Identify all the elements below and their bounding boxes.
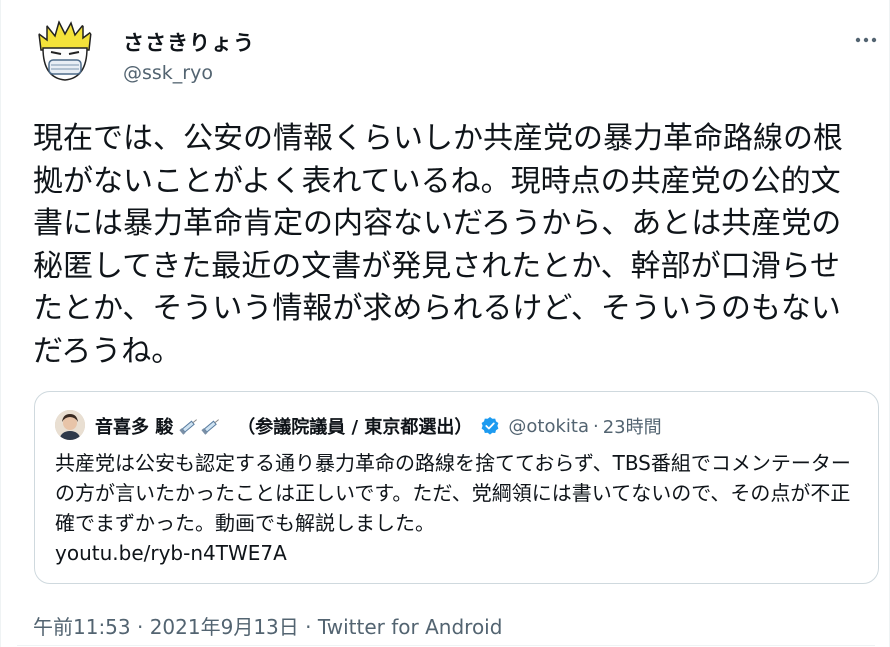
avatar-photo-icon [55,410,85,440]
verified-badge-icon [480,416,500,436]
quoted-tweet-body: 共産党は公安も認定する通り暴力革命の路線を捨てておらず、TBS番組でコメンテータ… [55,451,851,535]
quoted-author-avatar[interactable] [55,410,85,440]
quoted-author-handle[interactable]: @otokita [508,416,589,437]
tweet-card: ささきりょう @ssk_ryo 現在では、公安の情報くらいしか共産党の暴力革命路… [0,0,890,647]
quoted-author-name[interactable]: 音喜多 駿 [95,413,173,439]
syringe-emoji-icon [179,416,223,436]
tweet-source-link[interactable]: Twitter for Android [318,615,503,639]
header-separator: · [593,415,599,437]
author-avatar[interactable] [33,20,97,84]
more-horizontal-icon [855,37,877,43]
quoted-tweet-link[interactable]: youtu.be/ryb-n4TWE7A [55,538,870,568]
tweet-metadata: 午前11:53 · 2021年9月13日 · Twitter for Andro… [33,611,502,640]
more-options-button[interactable] [851,28,881,52]
quoted-tweet-header: 音喜多 駿 （参議院議員 / 東京都選出） @otokita · 23時間 [95,412,662,440]
avatar-cartoon-icon [33,20,97,84]
tweet-text: 現在では、公安の情報くらいしか共産党の暴力革命路線の根拠がないことがよく表れてい… [33,121,843,369]
quoted-tweet-text: 共産党は公安も認定する通り暴力革命の路線を捨てておらず、TBS番組でコメンテータ… [55,448,870,568]
quoted-tweet[interactable]: 音喜多 駿 （参議院議員 / 東京都選出） @otokita · 23時間 共産… [34,391,879,584]
quoted-author-affiliation: （参議院議員 / 東京都選出） [237,417,473,438]
author-display-name[interactable]: ささきりょう [123,27,255,57]
quoted-tweet-time[interactable]: 23時間 [603,413,662,439]
divider [17,645,875,646]
tweet-timestamp[interactable]: 午前11:53 · 2021年9月13日 · [33,615,318,639]
author-handle[interactable]: @ssk_ryo [123,62,213,84]
